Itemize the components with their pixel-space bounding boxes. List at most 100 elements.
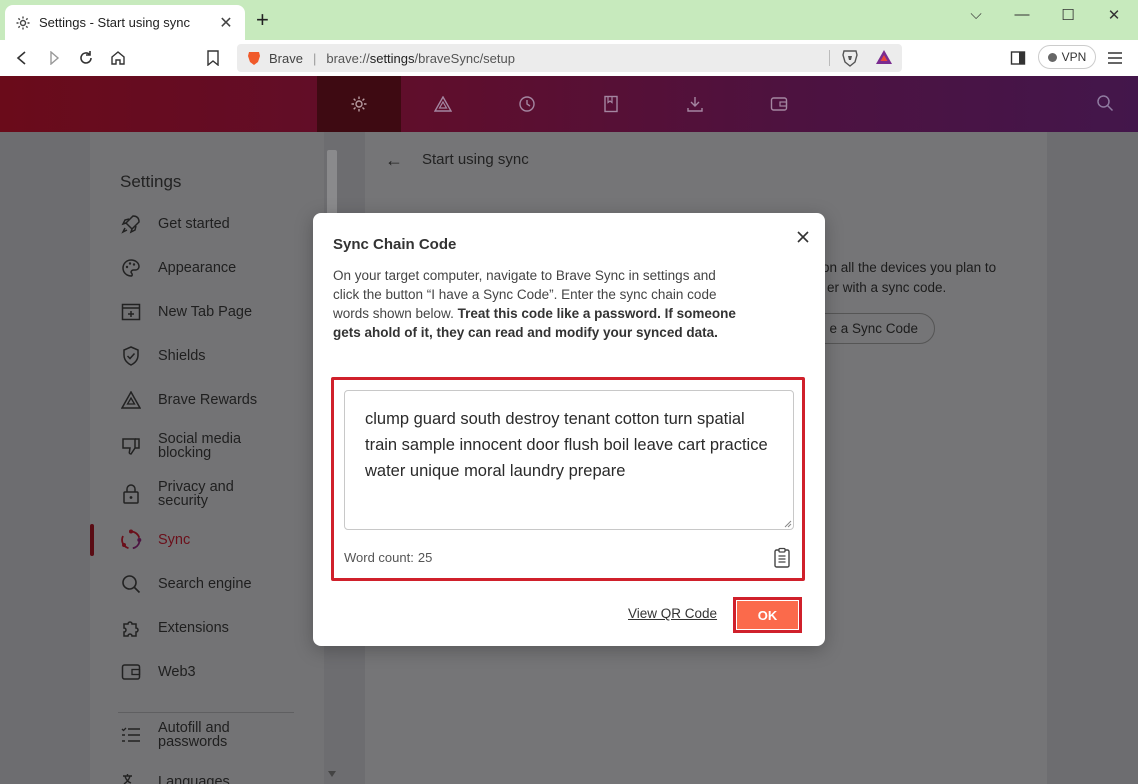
- settings-search-icon[interactable]: [1096, 94, 1114, 112]
- sidebar-item-label: Brave Rewards: [158, 392, 258, 408]
- wallet-icon: [770, 97, 788, 111]
- sidebar-item-extensions[interactable]: Extensions: [120, 608, 320, 648]
- vpn-status-dot: [1047, 52, 1057, 62]
- sidebar-item-label: Appearance: [158, 260, 237, 276]
- reload-button[interactable]: [76, 48, 96, 68]
- list-icon: [121, 727, 140, 742]
- sidebar-toggle-button[interactable]: [1008, 48, 1028, 68]
- sidebar-item-label: Autofill and passwords: [158, 720, 230, 750]
- vpn-button[interactable]: VPN: [1038, 45, 1096, 69]
- search-icon: [122, 575, 141, 594]
- tab-search-icon[interactable]: ⌵: [953, 6, 999, 26]
- menu-button[interactable]: [1105, 48, 1125, 68]
- dialog-description: On your target computer, navigate to Bra…: [333, 268, 736, 340]
- dialog-title: Sync Chain Code: [333, 236, 457, 253]
- sidebar-active-indicator: [90, 524, 94, 556]
- palette-icon: [122, 259, 140, 277]
- back-arrow-icon[interactable]: ←: [385, 150, 403, 171]
- title-bar: Settings - Start using sync ✕ + ⌵ — ☐ ✕: [0, 0, 1138, 40]
- rocket-icon: [121, 215, 140, 234]
- downloads-icon: [687, 97, 703, 112]
- sidebar-item-label: Languages: [158, 774, 230, 784]
- wallet-icon: [121, 664, 141, 680]
- copy-to-clipboard-icon[interactable]: [773, 547, 791, 569]
- settings-gear-icon: [16, 16, 30, 29]
- minimize-button[interactable]: —: [999, 6, 1045, 26]
- settings-gear-icon: [351, 96, 367, 112]
- history-icon: [519, 96, 535, 112]
- lock-icon: [123, 484, 139, 504]
- sidebar-item-sync[interactable]: Sync: [120, 520, 320, 560]
- forward-icon: [50, 51, 60, 65]
- brave-shields-icon[interactable]: [842, 49, 858, 67]
- sync-intro-text-2: er with a sync code.: [827, 280, 947, 295]
- sync-intro-text-1: on all the devices you plan to: [822, 260, 997, 275]
- word-count-value: 25: [417, 550, 433, 565]
- resize-grip-icon[interactable]: [784, 520, 792, 528]
- sidebar-item-web3[interactable]: Web3: [120, 652, 320, 692]
- back-icon: [16, 51, 26, 65]
- reload-icon: [80, 51, 92, 64]
- settings-header-settings[interactable]: [317, 76, 401, 132]
- word-count: Word count: 25: [344, 550, 433, 565]
- close-icon: [797, 231, 809, 243]
- brave-rewards-icon[interactable]: [875, 49, 893, 65]
- new-tab-icon: [121, 303, 141, 321]
- tab-title: Settings - Start using sync: [39, 15, 191, 30]
- settings-header-wallet[interactable]: [737, 76, 821, 132]
- puzzle-icon: [123, 621, 139, 637]
- ok-button[interactable]: OK: [737, 601, 798, 629]
- sidebar-item-shields[interactable]: Shields: [120, 336, 320, 376]
- view-qr-code-link[interactable]: View QR Code: [628, 606, 717, 621]
- sidebar-item-get-started[interactable]: Get started: [120, 204, 320, 244]
- home-button[interactable]: [108, 48, 128, 68]
- sidebar-item-label: Sync: [158, 532, 191, 548]
- back-button[interactable]: [12, 48, 32, 68]
- browser-tab[interactable]: Settings - Start using sync ✕: [5, 5, 245, 40]
- sidebar-item-autofill-and-passwords[interactable]: Autofill and passwords: [120, 715, 320, 755]
- sync-icon: [121, 529, 142, 550]
- omnibox-divider: [829, 50, 830, 66]
- forward-button[interactable]: [44, 48, 64, 68]
- sidebar-item-label: Social media blocking: [158, 431, 242, 461]
- sidebar-item-privacy-and-security[interactable]: Privacy and security: [120, 474, 320, 514]
- rewards-icon: [121, 391, 141, 409]
- new-tab-button[interactable]: +: [256, 9, 269, 31]
- dialog-close-button[interactable]: [793, 227, 813, 247]
- sidebar-divider: [118, 712, 294, 713]
- bookmarks-icon: [604, 95, 618, 113]
- rewards-triangle-icon: [434, 96, 452, 112]
- sidebar-item-label: Web3: [158, 664, 196, 680]
- sidebar-item-languages[interactable]: Languages: [120, 762, 320, 784]
- sync-code-textarea[interactable]: clump guard south destroy tenant cotton …: [344, 390, 794, 530]
- settings-header: [0, 76, 1138, 132]
- settings-header-history[interactable]: [485, 76, 569, 132]
- sidebar-item-label: Get started: [158, 216, 230, 232]
- sidebar-item-appearance[interactable]: Appearance: [120, 248, 320, 288]
- bookmark-button[interactable]: [203, 48, 223, 68]
- settings-header-rewards[interactable]: [401, 76, 485, 132]
- tab-close-icon[interactable]: ✕: [217, 13, 235, 33]
- language-icon: [123, 774, 132, 784]
- address-bar[interactable]: Brave | brave://settings/braveSync/setup: [237, 44, 902, 72]
- settings-header-downloads[interactable]: [653, 76, 737, 132]
- sidebar-item-new-tab-page[interactable]: New Tab Page: [120, 292, 320, 332]
- settings-header-bookmarks[interactable]: [569, 76, 653, 132]
- sync-chain-code-dialog: Sync Chain Code On your target computer,…: [313, 213, 825, 646]
- sidebar-item-label: New Tab Page: [158, 304, 253, 320]
- url-separator: |: [312, 50, 317, 66]
- url-text: brave://settings/braveSync/setup: [326, 50, 515, 66]
- close-window-button[interactable]: ✕: [1091, 6, 1137, 26]
- sidebar-item-brave-rewards[interactable]: Brave Rewards: [120, 380, 320, 420]
- sidebar-title: Settings: [120, 172, 182, 191]
- bookmark-icon: [207, 50, 219, 66]
- sidebar-item-search-engine[interactable]: Search engine: [120, 564, 320, 604]
- sidebar-item-label: Search engine: [158, 576, 252, 592]
- sidebar-item-social-media-blocking[interactable]: Social media blocking: [120, 426, 320, 466]
- hamburger-menu-icon: [1108, 52, 1122, 64]
- scroll-down-arrow-icon[interactable]: [327, 770, 337, 778]
- sidebar-item-label: Privacy and security: [158, 479, 234, 509]
- thumbs-down-icon: [122, 438, 140, 455]
- shield-icon: [123, 346, 139, 366]
- maximize-button[interactable]: ☐: [1045, 6, 1091, 26]
